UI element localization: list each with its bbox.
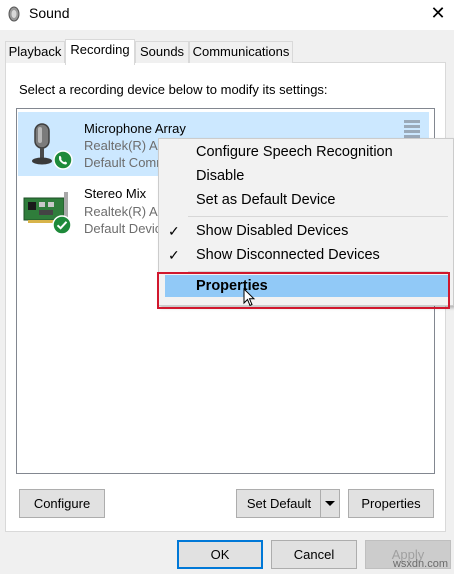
cursor-icon <box>243 287 257 308</box>
tab-sounds[interactable]: Sounds <box>135 41 189 63</box>
phone-badge-icon <box>53 150 73 170</box>
cancel-button[interactable]: Cancel <box>271 540 357 569</box>
tab-communications[interactable]: Communications <box>189 41 293 63</box>
device-name: Microphone Array <box>84 121 186 136</box>
properties-button[interactable]: Properties <box>348 489 434 518</box>
device-status: Default Comm <box>84 155 168 170</box>
tab-playback[interactable]: Playback <box>5 41 65 63</box>
set-default-dropdown[interactable] <box>320 489 340 518</box>
window-title: Sound <box>29 5 70 21</box>
menu-item-show-disconnected[interactable]: Show Disconnected Devices <box>196 247 380 263</box>
menu-item-configure-speech[interactable]: Configure Speech Recognition <box>196 144 393 160</box>
ok-button[interactable]: OK <box>177 540 263 569</box>
annotation-highlight-box <box>157 272 450 309</box>
chevron-down-icon <box>325 501 335 506</box>
device-driver: Realtek(R) Au <box>84 138 165 153</box>
menu-separator <box>188 216 448 217</box>
checkmark-icon: ✓ <box>168 247 180 263</box>
instruction-text: Select a recording device below to modif… <box>19 82 328 97</box>
device-driver: Realtek(R) Au <box>84 204 165 219</box>
tab-recording[interactable]: Recording <box>65 39 135 65</box>
device-status: Default Devic <box>84 221 162 236</box>
speaker-icon <box>6 6 22 22</box>
watermark: wsxdn.com <box>392 558 448 570</box>
device-name: Stereo Mix <box>84 186 147 201</box>
set-default-button[interactable]: Set Default <box>236 489 322 518</box>
check-badge-icon <box>52 215 72 235</box>
checkmark-icon: ✓ <box>168 223 180 239</box>
menu-item-show-disabled[interactable]: Show Disabled Devices <box>196 223 348 239</box>
menu-item-disable[interactable]: Disable <box>196 168 244 184</box>
close-button[interactable]: ✕ <box>422 0 454 28</box>
menu-item-set-default[interactable]: Set as Default Device <box>196 192 335 208</box>
configure-button[interactable]: Configure <box>19 489 105 518</box>
